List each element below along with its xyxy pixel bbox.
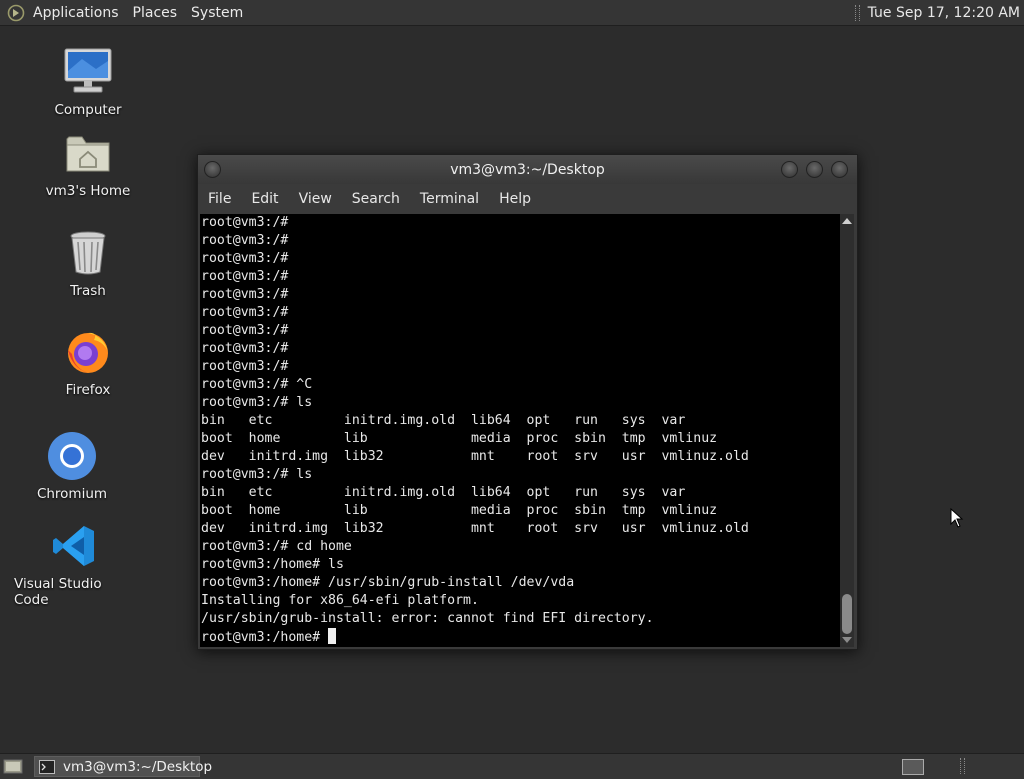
panel-handle [854,4,860,21]
desktop-icon-vscode[interactable]: Visual Studio Code [14,520,134,608]
terminal-line: boot home lib media proc sbin tmp vmlinu… [201,503,718,518]
terminal-line: root@vm3:/home# ls [201,557,344,572]
terminal-line: root@vm3:/# [201,359,289,374]
desktop-icon-trash[interactable]: Trash [33,227,143,299]
terminal-line: root@vm3:/# [201,269,289,284]
scroll-up-arrow-icon[interactable] [842,218,852,224]
terminal-line: bin etc initrd.img.old lib64 opt run sys… [201,485,686,500]
desktop-icon-label: vm3's Home [45,183,131,199]
trash-icon [62,227,114,279]
terminal-scrollbar[interactable] [840,214,854,647]
close-button[interactable] [831,161,848,178]
window-title: vm3@vm3:~/Desktop [450,161,605,178]
scroll-down-arrow-icon[interactable] [842,637,852,643]
terminal-titlebar[interactable]: vm3@vm3:~/Desktop [198,155,857,184]
taskbar-terminal-button[interactable]: vm3@vm3:~/Desktop [34,756,212,777]
mouse-pointer-icon [950,508,964,528]
menu-help[interactable]: Help [489,191,541,207]
desktop-icon-label: Chromium [36,486,108,502]
top-panel: Applications Places System Tue Sep 17, 1… [0,0,1024,26]
terminal-line: root@vm3:/home# /usr/sbin/grub-install /… [201,575,575,590]
desktop-icon-label: Visual Studio Code [14,576,102,608]
terminal-line: root@vm3:/# ^C [201,377,313,392]
places-menu[interactable]: Places [126,5,185,21]
terminal-line: root@vm3:/# [201,251,289,266]
desktop-icon-label: Computer [54,102,122,118]
vscode-icon [48,520,100,572]
terminal-line: dev initrd.img lib32 mnt root srv usr vm… [201,521,749,536]
terminal-line: root@vm3:/# [201,233,289,248]
desktop-icon-home[interactable]: vm3's Home [33,127,143,199]
desktop-icon-computer[interactable]: Computer [33,46,143,118]
window-menu-button[interactable] [204,161,221,178]
terminal-line: dev initrd.img lib32 mnt root srv usr vm… [201,449,749,464]
terminal-output[interactable]: root@vm3:/# root@vm3:/# root@vm3:/# root… [200,214,840,647]
terminal-line: root@vm3:/# [201,287,289,302]
menu-terminal[interactable]: Terminal [410,191,489,207]
terminal-line: root@vm3:/# [201,341,289,356]
show-desktop-icon[interactable] [3,757,23,779]
workspace-switcher[interactable] [902,759,924,775]
clock[interactable]: Tue Sep 17, 12:20 AM [868,5,1020,21]
terminal-line: root@vm3:/# cd home [201,539,352,554]
maximize-button[interactable] [806,161,823,178]
panel-handle [960,758,965,774]
menu-view[interactable]: View [289,191,342,207]
menu-file[interactable]: File [198,191,241,207]
scroll-thumb[interactable] [842,594,852,634]
desktop-icon-label: Trash [70,283,106,299]
desktop-icon-label: Firefox [65,382,111,398]
terminal-menubar: File Edit View Search Terminal Help [198,184,857,214]
terminal-line: root@vm3:/# [201,305,289,320]
terminal-window: vm3@vm3:~/Desktop File Edit View Search … [197,154,858,650]
terminal-line: Installing for x86_64-efi platform. [201,593,479,608]
terminal-line: root@vm3:/# [201,215,289,230]
desktop-icon-firefox[interactable]: Firefox [33,326,143,398]
terminal-line: boot home lib media proc sbin tmp vmlinu… [201,431,718,446]
terminal-icon [39,759,55,774]
taskbar-terminal-label: vm3@vm3:~/Desktop [63,758,213,775]
bottom-panel: vm3@vm3:~/Desktop [0,753,1024,779]
terminal-line: root@vm3:/# ls [201,395,313,410]
terminal-line: root@vm3:/# [201,323,289,338]
applications-menu[interactable]: Applications [26,5,126,21]
desktop-icon-chromium[interactable]: Chromium [17,430,127,502]
terminal-cursor [328,628,337,644]
terminal-prompt-line: root@vm3:/home# [200,628,840,646]
terminal-line: bin etc initrd.img.old lib64 opt run sys… [201,413,686,428]
firefox-icon [62,326,114,378]
menu-edit[interactable]: Edit [241,191,288,207]
chromium-icon [46,430,98,482]
applications-logo-icon[interactable] [6,3,26,23]
computer-icon [62,46,114,98]
terminal-line: root@vm3:/# ls [201,467,313,482]
home-folder-icon [62,127,114,179]
terminal-prompt: root@vm3:/home# [201,630,329,645]
terminal-line: /usr/sbin/grub-install: error: cannot fi… [201,611,654,626]
system-menu[interactable]: System [184,5,250,21]
menu-search[interactable]: Search [342,191,410,207]
minimize-button[interactable] [781,161,798,178]
